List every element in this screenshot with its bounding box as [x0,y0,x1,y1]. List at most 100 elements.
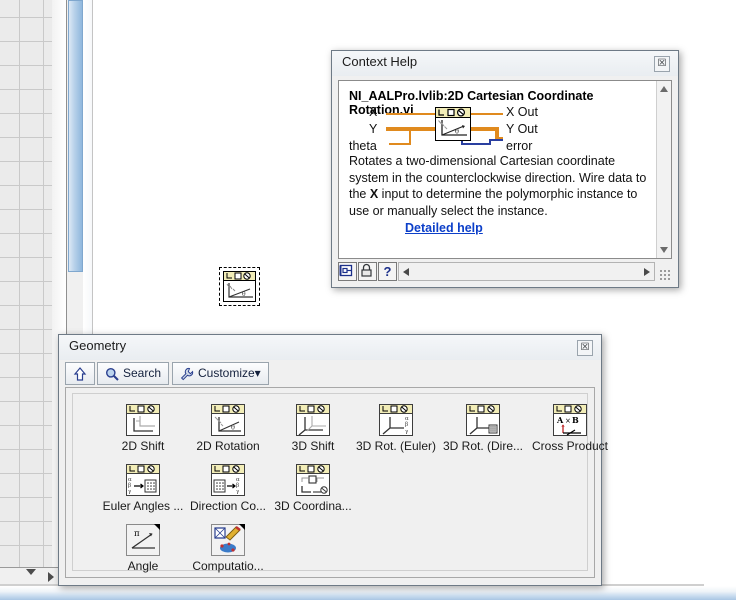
palette-item-label: Computatio... [192,559,264,573]
coordinate-convert-glyph-icon [301,475,328,494]
palette-item-3d-rot-direction[interactable]: 3D Rot. (Dire... [441,404,525,453]
node-glyph: θ [224,281,255,301]
palette-item-label: Angle [127,559,159,573]
scroll-right-arrow-icon[interactable] [48,572,54,582]
palette-toolbar: Search Customize▾ [65,362,595,386]
icon-banner [380,405,412,414]
computation-subpalette-icon [211,524,245,556]
angle-subpalette-icon: π [126,524,160,556]
euler-axes-glyph-icon: α β γ [382,416,409,435]
node-banner [224,272,255,281]
connector-banner-icon [299,405,325,413]
wrench-icon [180,367,194,381]
2d-rotation-glyph-icon: θ [226,283,253,298]
icon-banner [212,405,244,414]
context-help-title: Context Help [332,51,678,76]
subpalette-arrow-icon [239,524,245,530]
palette-item-label: 3D Rot. (Dire... [442,439,523,453]
palette-item-2d-shift[interactable]: 2D Shift [101,404,185,453]
icon-banner [554,405,586,414]
block-diagram-scroll-thumb[interactable] [68,0,83,272]
3d-shift-icon [296,404,330,436]
subpalette-arrow-icon [154,524,160,530]
context-help-scrollbar[interactable] [656,81,671,258]
connector-banner-icon [214,405,240,413]
3d-rot-direction-icon [466,404,500,436]
geometry-palette-close-button[interactable]: ☒ [577,340,593,356]
palette-item-3d-shift[interactable]: 3D Shift [271,404,355,453]
palette-item-label: 3D Rot. (Euler) [355,439,437,453]
wire-theta-h [389,143,411,145]
terminal-label-error: error [506,139,533,153]
scroll-up-arrow-icon[interactable] [660,86,668,92]
customize-button-label: Customize▾ [198,366,261,380]
2d-rotation-glyph-icon: θ [438,120,467,136]
online-help-button[interactable]: ? [378,262,397,281]
icon-banner [467,405,499,414]
direction-cosines-icon: α β γ [211,464,245,496]
a-cross-b-glyph-icon: A × B [556,415,581,436]
icon-banner [127,465,159,474]
detailed-help-link[interactable]: Detailed help [405,221,483,235]
connector-banner-icon [214,465,240,473]
search-button[interactable]: Search [97,362,170,385]
svg-text:γ: γ [405,429,409,435]
lock-context-help-button[interactable] [358,262,377,281]
connector-banner-icon [129,465,155,473]
scroll-down-arrow-icon[interactable] [660,247,668,253]
palette-item-angle[interactable]: π Angle [101,524,185,573]
wire-theta-v [409,128,411,145]
optional-terminals-icon [339,264,353,277]
palette-item-computation[interactable]: Computatio... [186,524,270,573]
palette-item-cross-product[interactable]: A × B Cross Product [528,404,612,453]
2d-axes-glyph-icon [133,416,155,432]
svg-text:θ: θ [242,291,246,298]
vi-icon-banner [436,108,470,118]
block-diagram-grid[interactable] [0,0,52,586]
description-bold-x: X [369,187,379,201]
show-optional-terminals-button[interactable] [338,262,357,281]
svg-text:β: β [405,422,408,428]
2d-rotation-glyph-icon: θ [214,416,241,432]
scroll-left-arrow-icon[interactable] [403,268,409,276]
palette-item-euler-angles[interactable]: α β γ Euler Angles ... [101,464,185,513]
palette-item-label: Euler Angles ... [102,499,184,513]
icon-banner [127,405,159,414]
3d-coordinates-icon [296,464,330,496]
wire-x-out [470,113,503,115]
palette-item-label: 2D Shift [121,439,165,453]
customize-button[interactable]: Customize▾ [172,362,269,385]
terminal-label-x-out: X Out [506,105,538,119]
3d-rot-euler-icon: α β γ [379,404,413,436]
geometry-palette-window[interactable]: Geometry ☒ Search Customize▾ 2D Shift θ … [58,334,608,586]
palette-item-label: 3D Coordina... [274,499,352,513]
icon-banner [297,465,329,474]
scroll-down-arrow-icon[interactable] [26,569,36,575]
context-help-horizontal-scrollbar[interactable] [398,262,655,281]
palette-item-2d-rotation[interactable]: θ 2D Rotation [186,404,270,453]
block-diagram-node-2d-rotation[interactable]: θ [223,271,256,302]
palette-item-3d-coordinates[interactable]: 3D Coordina... [271,464,355,513]
geometry-palette-title: Geometry [59,335,601,360]
3d-axes-glyph-icon [298,416,326,436]
resize-grip[interactable] [659,269,671,281]
terminal-label-theta: theta [349,139,377,153]
context-help-close-button[interactable]: ☒ [654,56,670,72]
up-one-level-button[interactable] [65,362,95,385]
context-help-window[interactable]: Context Help ☒ NI_AALPro.lvlib:2D Cartes… [331,50,679,288]
connector-pane-diagram: X Y theta X Out Y Out error θ [349,105,649,153]
euler-angles-icon: α β γ [126,464,160,496]
svg-text:B: B [572,415,579,425]
svg-text:θ: θ [231,424,235,432]
palette-canvas[interactable]: 2D Shift θ 2D Rotation 3D Shift α β γ 3D… [65,387,608,578]
wire-error-out [489,139,503,141]
scroll-right-arrow-icon[interactable] [644,268,650,276]
wire-x-in [386,113,436,115]
palette-item-label: Direction Co... [189,499,267,513]
connector-banner-icon [438,108,466,117]
palette-inner: 2D Shift θ 2D Rotation 3D Shift α β γ 3D… [72,393,608,573]
icon-banner [212,465,244,474]
palette-item-direction-cosines[interactable]: α β γ Direction Co... [186,464,270,513]
terminal-label-y-out: Y Out [506,122,538,136]
palette-item-3d-rot-euler[interactable]: α β γ 3D Rot. (Euler) [354,404,438,453]
